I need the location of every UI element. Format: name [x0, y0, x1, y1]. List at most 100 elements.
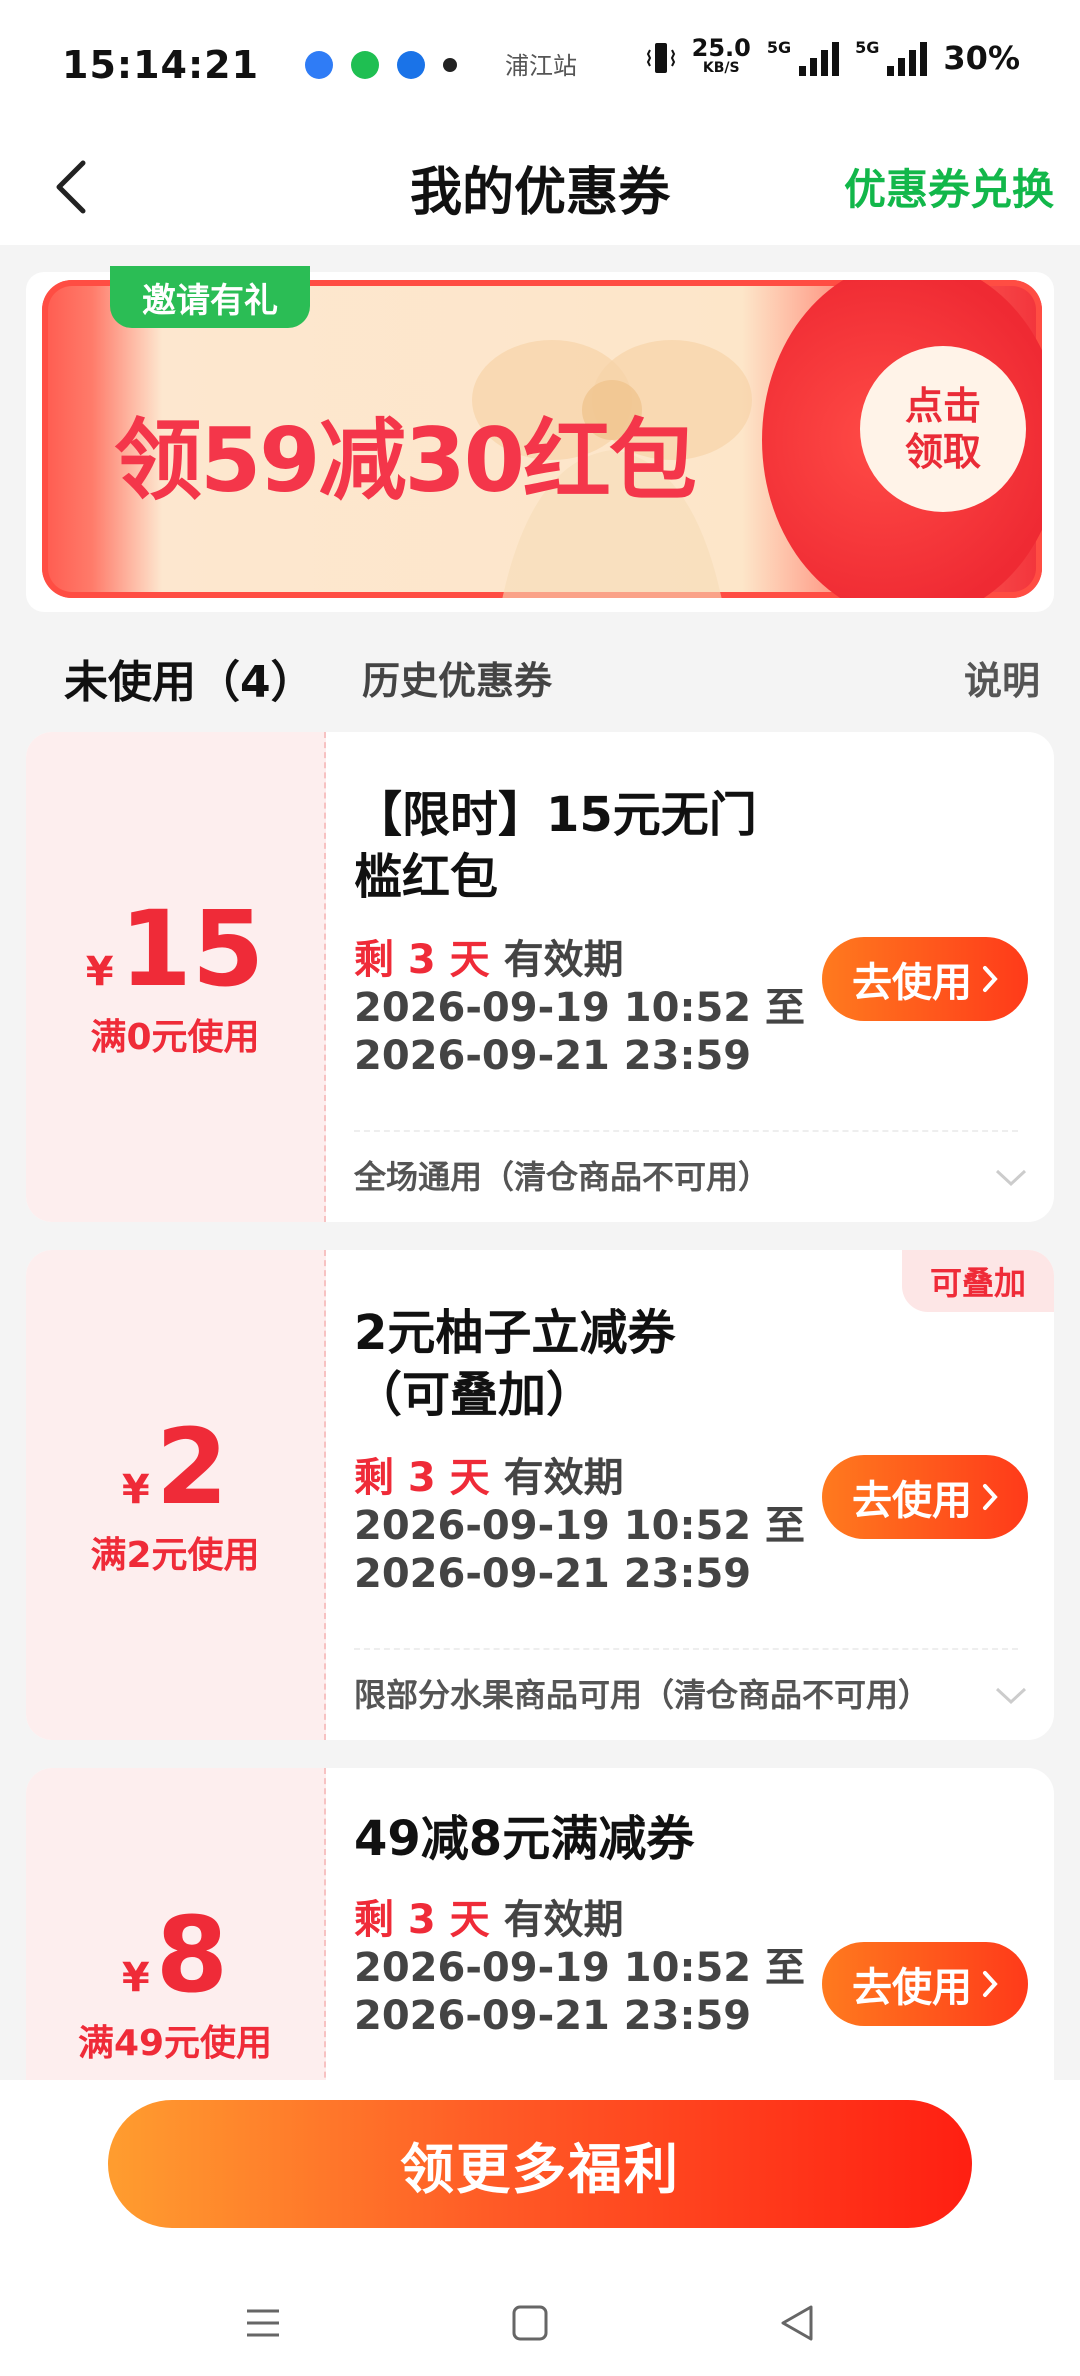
chevron-right-icon: [983, 1484, 998, 1510]
chevron-down-icon[interactable]: [994, 1168, 1028, 1188]
validity-label: 有效期: [503, 1897, 624, 1943]
validity-start: 2026-09-19 10:52 至: [354, 1945, 806, 1991]
bottom-panel: 领更多福利: [0, 2080, 1080, 2376]
coupon-validity: 剩 3 天 有效期 2026-09-19 10:52 至 2026-09-21 …: [354, 1454, 805, 1598]
home-square-icon: [512, 2305, 548, 2341]
coupon-details: 49减8元满减券 剩 3 天 有效期 2026-09-19 10:52 至 20…: [354, 1768, 1054, 2108]
claim-button[interactable]: 点击 领取: [860, 346, 1026, 512]
validity-start: 2026-09-19 10:52 至: [354, 985, 806, 1031]
validity-end: 2026-09-21 23:59: [354, 1551, 752, 1597]
coupon-remaining-days: 剩 3 天: [354, 1897, 490, 1943]
coupon-card: ¥ 8 满49元使用 49减8元满减券 剩 3 天 有效期 2026-09-19…: [26, 1768, 1054, 2108]
coupon-scope: 限部分水果商品可用（清仓商品不可用）: [354, 1676, 931, 1714]
more-notifications-icon: [443, 58, 458, 72]
coupon-scope: 全场通用（清仓商品不可用）: [354, 1158, 771, 1196]
coupon-threshold: 满49元使用: [77, 2023, 273, 2064]
more-benefits-button[interactable]: 领更多福利: [108, 2100, 972, 2228]
coupon-threshold: 满0元使用: [90, 1017, 260, 1058]
status-carrier-text: 浦江站: [505, 52, 577, 80]
network-type-1: 5G: [766, 38, 792, 57]
coupon-value-panel: ¥ 15 满0元使用: [26, 732, 326, 1222]
top-nav-bar: 我的优惠券 优惠券兑换: [0, 130, 1080, 245]
signal-icon-2: [887, 40, 928, 76]
status-bar: 15:14:21 浦江站 25.0 KB/S 5G 5G 30%: [0, 0, 1080, 130]
coupon-amount-row: ¥ 15: [86, 894, 265, 1004]
status-app-icons: [305, 51, 458, 79]
status-time: 15:14:21: [62, 43, 260, 87]
validity-label: 有效期: [503, 1455, 624, 1501]
validity-label: 有效期: [503, 937, 624, 983]
browser-notification-icon: [397, 51, 426, 79]
coupon-validity: 剩 3 天 有效期 2026-09-19 10:52 至 2026-09-21 …: [354, 1896, 805, 2040]
use-coupon-button[interactable]: 去使用: [822, 937, 1028, 1021]
coupon-amount-row: ¥ 2: [122, 1412, 228, 1522]
back-triangle-icon: [781, 2305, 813, 2341]
coupon-details: 【限时】15元无门 槛红包 剩 3 天 有效期 2026-09-19 10:52…: [354, 732, 1054, 1222]
coupon-amount-row: ¥ 8: [122, 1900, 228, 2010]
coupon-title: 49减8元满减券: [354, 1808, 834, 1870]
page-title: 我的优惠券: [409, 163, 670, 223]
validity-start: 2026-09-19 10:52 至: [354, 1503, 806, 1549]
coupon-tabs: 未使用（4） 历史优惠券 说明: [0, 640, 1080, 710]
menu-button[interactable]: [238, 2298, 288, 2348]
back-arrow-icon: [56, 160, 86, 214]
chevron-right-icon: [983, 966, 998, 992]
tab-unused[interactable]: 未使用（4）: [64, 646, 315, 710]
coupon-card: ¥ 15 满0元使用 【限时】15元无门 槛红包 剩 3 天 有效期 2026-…: [26, 732, 1054, 1222]
home-button[interactable]: [505, 2298, 555, 2348]
coupon-title-line2: 槛红包: [354, 849, 499, 905]
claim-button-line2: 领取: [904, 430, 981, 474]
coupon-remaining-days: 剩 3 天: [354, 937, 490, 983]
back-button[interactable]: [36, 152, 106, 222]
coupon-details: 2元柚子立减券 （可叠加） 剩 3 天 有效期 2026-09-19 10:52…: [354, 1250, 1054, 1740]
coupon-exchange-link[interactable]: 优惠券兑换: [844, 156, 1054, 217]
signal-icon: [799, 40, 840, 76]
validity-end: 2026-09-21 23:59: [354, 1993, 752, 2039]
use-coupon-label: 去使用: [852, 1478, 972, 1524]
system-navigation-bar: [0, 2280, 1080, 2370]
coupon-title-line2: （可叠加）: [354, 1367, 595, 1423]
coupon-value-panel: ¥ 2 满2元使用: [26, 1250, 326, 1740]
battery-level: 30%: [943, 39, 1020, 77]
coupon-value-panel: ¥ 8 满49元使用: [26, 1768, 326, 2108]
banner-headline: 领59减30红包: [114, 409, 697, 512]
vibrate-icon: [646, 43, 675, 73]
use-coupon-button[interactable]: 去使用: [822, 1942, 1028, 2026]
coupon-title-line1: 【限时】15元无门: [354, 787, 757, 843]
coupon-divider: [354, 1648, 1018, 1650]
coupon-title: 【限时】15元无门 槛红包: [354, 784, 834, 908]
chevron-down-icon[interactable]: [994, 1686, 1028, 1706]
use-coupon-button[interactable]: 去使用: [822, 1455, 1028, 1539]
tab-history[interactable]: 历史优惠券: [362, 650, 552, 705]
network-type-2: 5G: [855, 38, 880, 57]
system-back-button[interactable]: [772, 2298, 822, 2348]
coupon-amount: 15: [119, 888, 265, 1010]
coupon-remaining-days: 剩 3 天: [354, 1455, 490, 1501]
promo-banner-card: 领59减30红包 点击 领取 邀请有礼: [26, 266, 1054, 612]
app-notification-icon: [305, 51, 334, 79]
explain-link[interactable]: 说明: [964, 650, 1040, 705]
coupon-title-line1: 2元柚子立减券: [354, 1305, 676, 1361]
network-speed-value: 25.0: [691, 34, 751, 62]
coupon-card: ¥ 2 满2元使用 可叠加 2元柚子立减券 （可叠加） 剩 3 天 有效期 20…: [26, 1250, 1054, 1740]
invite-tag: 邀请有礼: [110, 266, 310, 328]
claim-button-line1: 点击: [904, 384, 981, 428]
currency-symbol: ¥: [121, 1955, 150, 2001]
coupon-validity: 剩 3 天 有效期 2026-09-19 10:52 至 2026-09-21 …: [354, 936, 805, 1080]
status-right-group: 25.0 KB/S 5G 5G 30%: [646, 34, 1020, 78]
currency-symbol: ¥: [121, 1467, 150, 1513]
coupon-title-line1: 49减8元满减券: [354, 1811, 695, 1867]
coupon-amount: 2: [155, 1406, 229, 1528]
currency-symbol: ¥: [85, 949, 114, 995]
use-coupon-label: 去使用: [852, 960, 972, 1006]
network-speed: 25.0 KB/S: [691, 34, 751, 78]
coupon-threshold: 满2元使用: [90, 1535, 260, 1576]
coupon-title: 2元柚子立减券 （可叠加）: [354, 1302, 834, 1426]
menu-icon: [247, 2309, 279, 2337]
coupon-divider: [354, 1130, 1018, 1132]
use-coupon-label: 去使用: [852, 1965, 972, 2011]
validity-end: 2026-09-21 23:59: [354, 1033, 752, 1079]
coupon-amount: 8: [155, 1894, 229, 2016]
chat-notification-icon: [351, 51, 380, 79]
chevron-right-icon: [983, 1971, 998, 1997]
